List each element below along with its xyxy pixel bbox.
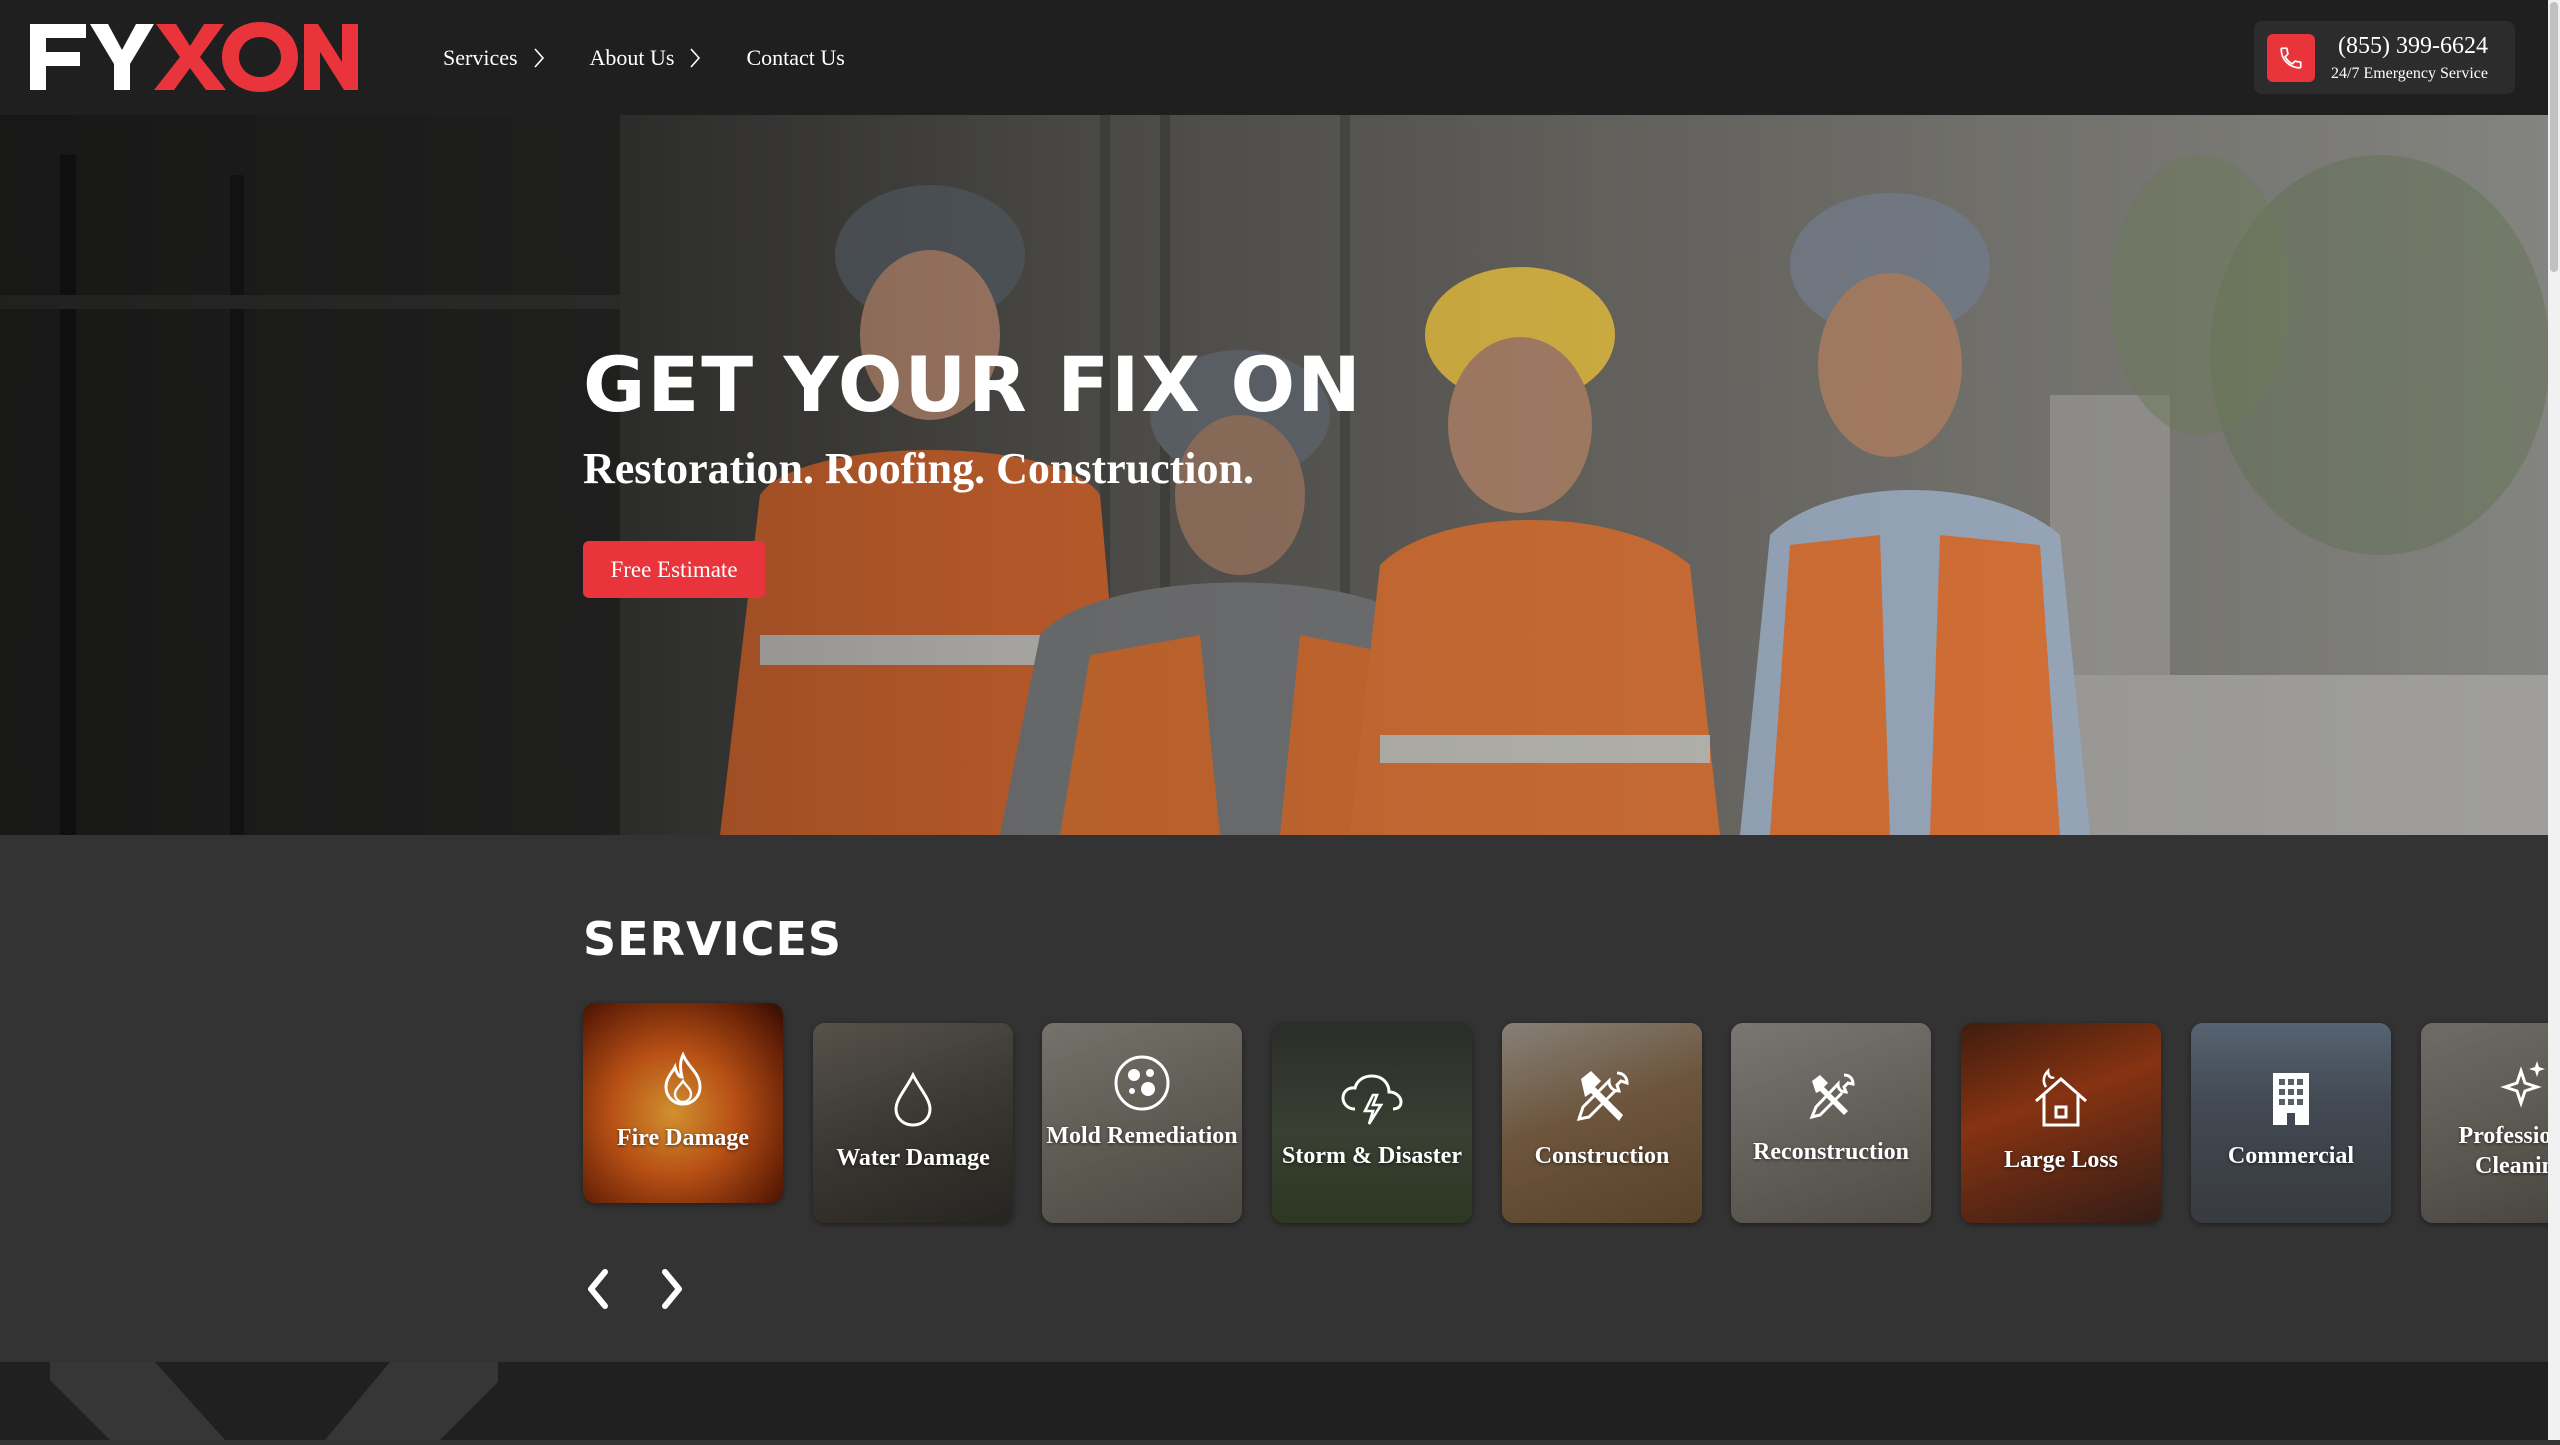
carousel-prev-button[interactable] — [583, 1268, 613, 1310]
carousel-next-button[interactable] — [657, 1268, 687, 1310]
service-card-label: Mold Remediation — [1046, 1123, 1238, 1149]
hammer-wrench-icon — [1576, 1071, 1629, 1121]
chevron-right-icon — [690, 48, 701, 68]
nav-contact[interactable]: Contact Us — [746, 40, 844, 76]
service-card-construction[interactable]: Construction — [1502, 1023, 1702, 1223]
hero-banner: GET YOUR FIX ON Restoration. Roofing. Co… — [0, 115, 2548, 835]
service-card-label: Commercial — [2227, 1143, 2355, 1169]
emergency-phone-button[interactable]: (855) 399-6624 24/7 Emergency Service — [2254, 21, 2515, 94]
service-card-water-damage[interactable]: Water Damage — [813, 1023, 1013, 1223]
nav-about-label: About Us — [589, 45, 675, 70]
fyxon-logo[interactable] — [28, 20, 358, 94]
house-fire-icon — [2035, 1067, 2087, 1127]
footer-top-strip — [0, 1362, 2548, 1440]
sparkle-icon — [2500, 1061, 2545, 1108]
decorative-x-shape — [50, 1362, 498, 1440]
service-card-label: Storm & Disaster — [1282, 1143, 1462, 1169]
chevron-right-icon — [533, 48, 544, 68]
service-card-professional-cleaning[interactable]: Professional Cleaning — [2421, 1023, 2548, 1223]
mold-icon — [1114, 1055, 1170, 1111]
nav-contact-label: Contact Us — [746, 45, 845, 70]
service-card-label: Construction — [1534, 1143, 1670, 1169]
service-card-mold-remediation[interactable]: Mold Remediation — [1042, 1023, 1242, 1223]
service-card-reconstruction[interactable]: Reconstruction — [1731, 1023, 1931, 1223]
service-card-label: Water Damage — [836, 1145, 990, 1171]
service-card-commercial[interactable]: Commercial — [2191, 1023, 2391, 1223]
service-card-label: Large Loss — [2004, 1147, 2118, 1173]
free-estimate-button[interactable]: Free Estimate — [583, 541, 765, 598]
services-heading: SERVICES — [583, 912, 843, 966]
building-icon — [2273, 1073, 2309, 1125]
storm-cloud-icon — [1341, 1074, 1403, 1125]
nav-services[interactable]: Services — [443, 40, 546, 76]
nav-about[interactable]: About Us — [590, 40, 703, 76]
nav-services-label: Services — [443, 45, 518, 70]
water-drop-icon — [894, 1071, 932, 1127]
tools-icon — [1809, 1073, 1855, 1120]
hero-subtitle: Restoration. Roofing. Construction. — [583, 444, 1254, 493]
service-card-label: Professional Cleaning — [2458, 1123, 2548, 1179]
main-nav: Services About Us Contact Us — [443, 40, 889, 76]
service-card-large-loss[interactable]: Large Loss — [1961, 1023, 2161, 1223]
hero-title: GET YOUR FIX ON — [583, 340, 1363, 429]
scrollbar-thumb[interactable] — [2550, 2, 2558, 272]
flame-icon — [664, 1051, 702, 1106]
phone-icon — [2267, 33, 2315, 82]
site-header: Services About Us Contact Us (855) 399-6… — [0, 0, 2548, 115]
service-card-storm-disaster[interactable]: Storm & Disaster — [1272, 1023, 1472, 1223]
service-card-fire-damage[interactable]: Fire Damage — [583, 1003, 783, 1203]
phone-subtitle: 24/7 Emergency Service — [2331, 64, 2488, 82]
service-card-label: Fire Damage — [616, 1125, 750, 1151]
service-card-label: Reconstruction — [1753, 1139, 1909, 1165]
hero-overlay — [0, 115, 2548, 835]
phone-number: (855) 399-6624 — [2338, 32, 2488, 59]
services-carousel: Fire Damage Water Damage Mold Remediatio… — [0, 1000, 2548, 1230]
